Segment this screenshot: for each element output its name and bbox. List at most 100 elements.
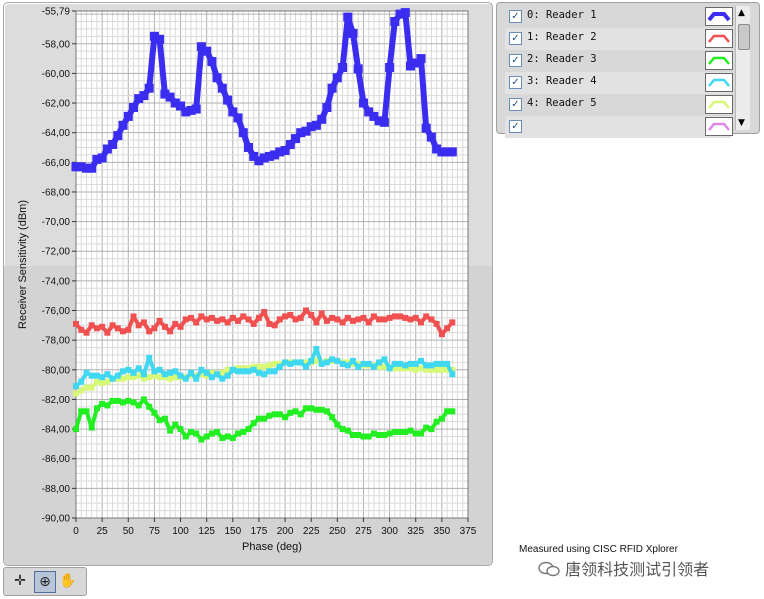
data-point-4 <box>386 365 393 372</box>
y-tick-label: -68,00 <box>42 187 71 198</box>
plot-area <box>75 10 469 519</box>
data-point-2 <box>109 322 116 329</box>
legend-swatch[interactable] <box>705 73 733 92</box>
legend-item[interactable]: ✓ <box>505 116 733 138</box>
data-point-2 <box>287 312 294 318</box>
data-point-2 <box>255 314 262 321</box>
data-point-2 <box>355 316 362 323</box>
legend-swatch[interactable] <box>705 29 733 48</box>
data-point-1 <box>238 128 248 138</box>
legend-swatch[interactable] <box>705 51 733 70</box>
data-point-1 <box>191 104 201 114</box>
data-point-4 <box>350 357 356 364</box>
y-tick-label: -88,00 <box>42 484 71 495</box>
data-point-3 <box>78 408 85 415</box>
data-point-5 <box>120 375 126 382</box>
legend-item[interactable]: ✓ 0: Reader 1 <box>505 6 733 28</box>
watermark-text: 唐领科技测试引领者 <box>565 560 710 579</box>
legend-checkbox[interactable]: ✓ <box>509 98 522 111</box>
legend-checkbox[interactable]: ✓ <box>509 32 522 45</box>
data-point-3 <box>318 406 325 413</box>
data-point-4 <box>120 368 126 375</box>
legend-checkbox[interactable]: ✓ <box>509 10 522 23</box>
y-tick-label: -82,00 <box>42 395 71 406</box>
scroll-up-icon[interactable]: ▲ <box>738 8 745 18</box>
data-point-4 <box>391 360 398 367</box>
data-point-4 <box>151 368 158 375</box>
data-point-1 <box>359 98 368 108</box>
data-point-3 <box>292 408 299 415</box>
legend-item[interactable]: ✓ 2: Reader 3 <box>505 50 733 72</box>
data-point-3 <box>151 409 158 416</box>
legend-scrollbar[interactable]: ▲ ▼ <box>735 6 750 130</box>
data-point-4 <box>219 375 226 382</box>
data-point-1 <box>223 95 233 105</box>
legend-checkbox[interactable]: ✓ <box>509 76 522 89</box>
legend-swatch[interactable] <box>705 117 733 136</box>
data-point-2 <box>303 307 309 314</box>
pan-tool-icon[interactable]: ✋ <box>58 571 78 591</box>
data-point-5 <box>271 360 278 367</box>
legend-item[interactable]: ✓ 4: Reader 5 <box>505 94 733 116</box>
data-point-3 <box>334 421 341 428</box>
legend-swatch[interactable] <box>705 7 733 26</box>
data-point-2 <box>323 317 330 324</box>
scroll-thumb[interactable] <box>738 24 750 50</box>
data-point-3 <box>355 432 362 438</box>
zoom-tool-icon[interactable]: ⊕ <box>34 571 56 593</box>
data-point-2 <box>318 310 325 317</box>
data-point-4 <box>255 369 262 376</box>
data-point-3 <box>172 421 179 428</box>
data-point-2 <box>229 314 236 321</box>
cursor-tool-icon[interactable]: ✛ <box>10 571 30 591</box>
data-point-4 <box>397 360 404 367</box>
data-point-4 <box>444 360 451 367</box>
data-point-5 <box>78 387 85 394</box>
data-point-4 <box>188 369 194 376</box>
legend-item[interactable]: ✓ 1: Reader 2 <box>505 28 733 50</box>
data-point-4 <box>423 362 430 369</box>
scroll-down-icon[interactable]: ▼ <box>738 118 745 128</box>
data-point-2 <box>391 313 398 320</box>
data-point-2 <box>182 316 189 323</box>
x-tick-label: 250 <box>329 526 346 537</box>
data-point-2 <box>172 320 179 327</box>
data-point-2 <box>423 313 430 320</box>
data-point-4 <box>109 375 116 382</box>
data-point-3 <box>438 415 445 422</box>
data-point-3 <box>339 426 346 433</box>
data-point-2 <box>407 316 414 323</box>
data-point-4 <box>303 363 309 370</box>
data-point-2 <box>350 317 356 324</box>
data-point-2 <box>240 313 247 320</box>
x-tick-label: 0 <box>73 526 79 537</box>
legend-swatch[interactable] <box>705 95 733 114</box>
data-point-4 <box>334 357 341 364</box>
data-point-3 <box>114 397 121 404</box>
data-point-4 <box>365 360 372 367</box>
legend-item-label: 1: Reader 2 <box>527 31 597 43</box>
x-tick-label: 175 <box>251 526 268 537</box>
data-point-2 <box>402 314 409 321</box>
data-point-1 <box>353 64 363 74</box>
data-point-2 <box>198 313 205 320</box>
legend-checkbox[interactable]: ✓ <box>509 120 522 133</box>
data-point-5 <box>73 390 79 397</box>
receiver-sensitivity-chart[interactable]: 0 25 50 75 100 125 150 175 200 225 250 275 300 325 350… <box>4 3 492 565</box>
legend-checkbox[interactable]: ✓ <box>509 54 522 67</box>
data-point-3 <box>376 432 383 438</box>
data-point-4 <box>355 363 362 370</box>
data-point-3 <box>125 397 132 404</box>
data-point-4 <box>161 371 168 378</box>
data-point-2 <box>151 325 158 332</box>
data-point-3 <box>412 430 419 437</box>
data-point-1 <box>244 143 253 152</box>
data-point-2 <box>245 316 252 323</box>
data-point-3 <box>350 432 356 438</box>
data-point-4 <box>93 372 100 379</box>
data-point-4 <box>297 359 304 366</box>
legend-item[interactable]: ✓ 3: Reader 4 <box>505 72 733 94</box>
legend-item-label: 0: Reader 1 <box>527 9 597 21</box>
y-tick-label: -60,00 <box>42 69 71 80</box>
x-tick-label: 275 <box>355 526 372 537</box>
